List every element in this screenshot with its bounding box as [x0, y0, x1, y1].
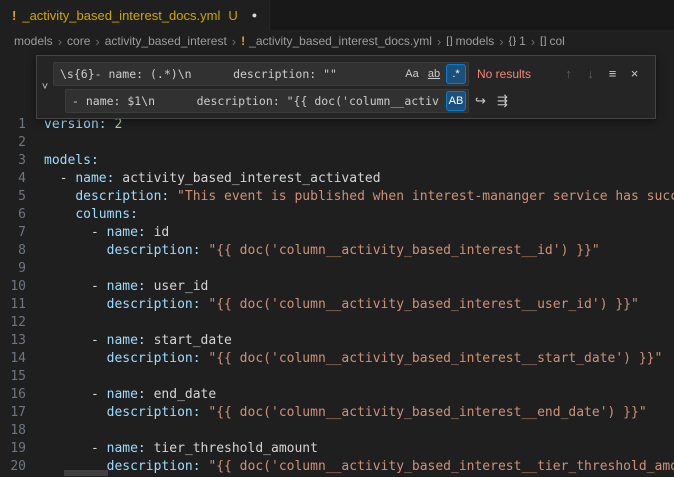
- line-number[interactable]: 3: [0, 152, 32, 170]
- replace-row: AB ↪ ⇶: [53, 87, 651, 114]
- line-number[interactable]: 5: [0, 188, 32, 206]
- line-numbers[interactable]: 1234567891011121314151617181920: [0, 52, 32, 477]
- code-line[interactable]: [44, 260, 674, 278]
- line-number[interactable]: 11: [0, 296, 32, 314]
- symbol-object-icon: { }: [509, 36, 515, 47]
- replace-icon[interactable]: ↪: [470, 90, 491, 112]
- tab-bar: ! _activity_based_interest_docs.yml U ●: [0, 0, 674, 30]
- line-number[interactable]: 20: [0, 458, 32, 476]
- whole-word-button[interactable]: ab: [424, 64, 444, 84]
- line-number[interactable]: 4: [0, 170, 32, 188]
- breadcrumb-separator: ›: [232, 34, 236, 49]
- breadcrumb-separator: ›: [499, 34, 503, 49]
- line-number[interactable]: 15: [0, 368, 32, 386]
- code-line[interactable]: models:: [44, 152, 674, 170]
- preserve-case-button[interactable]: AB: [446, 91, 466, 111]
- line-number[interactable]: 8: [0, 242, 32, 260]
- code-line[interactable]: [44, 422, 674, 440]
- next-match-icon[interactable]: ↓: [580, 63, 601, 85]
- line-number[interactable]: 1: [0, 116, 32, 134]
- line-number[interactable]: 6: [0, 206, 32, 224]
- find-row: Aa ab .* No results ↑ ↓ ≡ ×: [53, 60, 651, 87]
- code-line[interactable]: description: "{{ doc('column__activity_b…: [44, 404, 674, 422]
- breadcrumb-item-models[interactable]: models: [14, 34, 53, 48]
- line-number[interactable]: 10: [0, 278, 32, 296]
- code-line[interactable]: - name: start_date: [44, 332, 674, 350]
- dirty-indicator[interactable]: ●: [252, 10, 257, 20]
- yaml-file-icon: !: [12, 8, 16, 23]
- breadcrumb-separator: ›: [437, 34, 441, 49]
- code-line[interactable]: description: "{{ doc('column__activity_b…: [44, 296, 674, 314]
- git-status-badge: U: [228, 8, 237, 23]
- code-line[interactable]: columns:: [44, 206, 674, 224]
- code-line[interactable]: description: "{{ doc('column__activity_b…: [44, 458, 674, 476]
- code-line[interactable]: - name: user_id: [44, 278, 674, 296]
- line-number[interactable]: 7: [0, 224, 32, 242]
- editor-tab[interactable]: ! _activity_based_interest_docs.yml U ●: [0, 0, 270, 30]
- breadcrumb-item-core[interactable]: core: [67, 34, 90, 48]
- replace-input[interactable]: [66, 94, 446, 108]
- line-number[interactable]: 19: [0, 440, 32, 458]
- breadcrumb-item-models[interactable]: [ ]models: [446, 34, 494, 48]
- breadcrumb-item-1[interactable]: { }1: [509, 34, 526, 48]
- breadcrumb-separator: ›: [58, 34, 62, 49]
- replace-input-box: AB: [65, 89, 469, 113]
- match-case-button[interactable]: Aa: [402, 64, 422, 84]
- symbol-array-icon: [ ]: [540, 36, 545, 47]
- regex-button[interactable]: .*: [446, 64, 466, 84]
- line-number[interactable]: 16: [0, 386, 32, 404]
- previous-match-icon[interactable]: ↑: [558, 63, 579, 85]
- code-line[interactable]: - name: id: [44, 224, 674, 242]
- code-line[interactable]: - name: activity_based_interest_activate…: [44, 170, 674, 188]
- code-line[interactable]: - name: end_date: [44, 386, 674, 404]
- toggle-replace-button[interactable]: ˅: [37, 56, 53, 118]
- code-line[interactable]: description: "{{ doc('column__activity_b…: [44, 350, 674, 368]
- breadcrumb: models › core › activity_based_interest › !_ac…: [0, 30, 674, 52]
- line-number[interactable]: 14: [0, 350, 32, 368]
- code-line[interactable]: [44, 314, 674, 332]
- code-line[interactable]: description: "This event is published wh…: [44, 188, 674, 206]
- code-line[interactable]: [44, 368, 674, 386]
- find-in-selection-icon[interactable]: ≡: [602, 63, 623, 85]
- breadcrumb-item--activity-based-interest-docs-yml[interactable]: !_activity_based_interest_docs.yml: [241, 34, 432, 48]
- breadcrumb-item-col[interactable]: [ ]col: [540, 34, 565, 48]
- line-number[interactable]: 13: [0, 332, 32, 350]
- code-line[interactable]: [44, 134, 674, 152]
- horizontal-scrollbar[interactable]: [64, 470, 108, 476]
- close-icon[interactable]: ×: [624, 63, 645, 85]
- breadcrumb-item-activity-based-interest[interactable]: activity_based_interest: [105, 34, 227, 48]
- find-input[interactable]: [54, 67, 402, 81]
- symbol-array-icon: [ ]: [446, 36, 451, 47]
- results-count: No results: [477, 67, 549, 81]
- tab-title: _activity_based_interest_docs.yml: [22, 8, 220, 23]
- find-widget: ˅ Aa ab .* No results ↑ ↓ ≡ × AB ↪ ⇶: [36, 55, 656, 119]
- line-number[interactable]: 12: [0, 314, 32, 332]
- find-input-box: Aa ab .*: [53, 62, 469, 86]
- replace-all-icon[interactable]: ⇶: [492, 90, 513, 112]
- yaml-warning-icon: !: [241, 34, 245, 48]
- breadcrumb-separator: ›: [531, 34, 535, 49]
- line-number[interactable]: 2: [0, 134, 32, 152]
- breadcrumb-separator: ›: [95, 34, 99, 49]
- code-line[interactable]: description: "{{ doc('column__activity_b…: [44, 242, 674, 260]
- code-line[interactable]: - name: tier_threshold_amount: [44, 440, 674, 458]
- line-number[interactable]: 18: [0, 422, 32, 440]
- line-number[interactable]: 17: [0, 404, 32, 422]
- line-number[interactable]: 9: [0, 260, 32, 278]
